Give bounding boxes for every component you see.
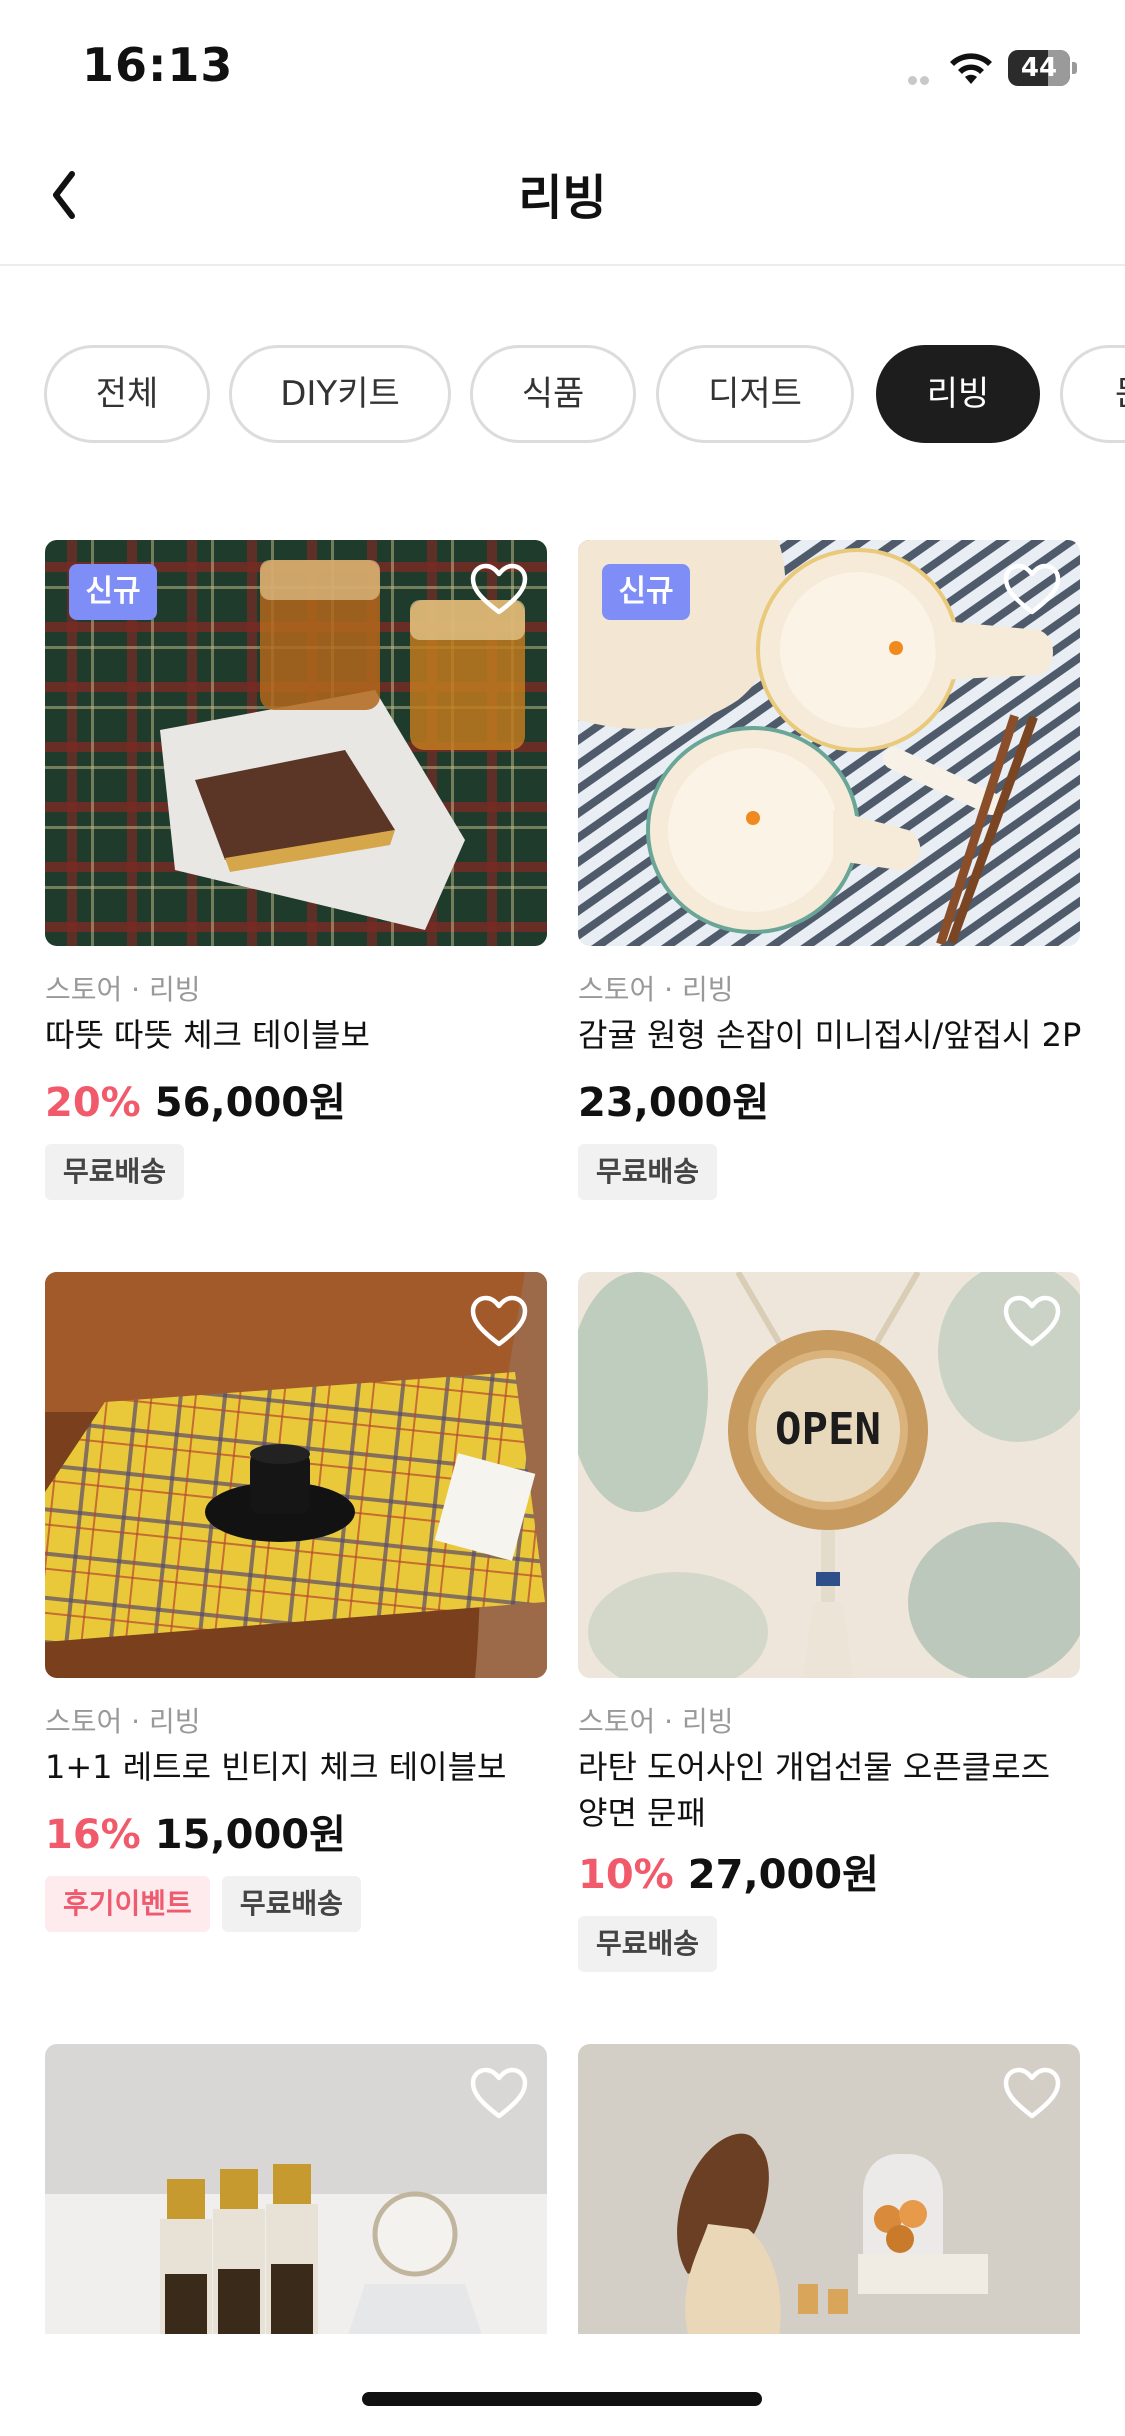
product-name[interactable]: 1+1 레트로 빈티지 체크 테이블보 [45,1744,565,1790]
discount-rate: 20% [45,1080,141,1126]
product-image[interactable]: OPEN [578,1272,1080,1678]
battery-icon: 44 [1008,50,1078,86]
home-indicator[interactable] [362,2392,762,2406]
product-card[interactable] [45,2044,547,2334]
sign-open-text: OPEN [775,1404,881,1455]
product-name[interactable]: 따뜻 따뜻 체크 테이블보 [45,1012,565,1058]
store-label: 스토어 · 리빙 [578,973,734,1006]
heart-icon[interactable] [1002,562,1062,618]
price-row: 23,000원 [578,1070,769,1128]
chip-more[interactable]: 문 [1060,345,1125,443]
tag-list: 후기이벤트 무료배송 [45,1876,373,1932]
discount-rate: 16% [45,1812,141,1858]
product-image[interactable] [578,2044,1080,2334]
heart-icon[interactable] [469,1294,529,1350]
nav-header: 리빙 [0,130,1125,266]
price-row: 20% 56,000원 [45,1070,346,1128]
price-row: 16% 15,000원 [45,1802,346,1860]
status-time: 16:13 [82,38,234,92]
product-image[interactable]: 신규 [45,540,547,946]
new-badge: 신규 [69,564,157,620]
product-name[interactable]: 라탄 도어사인 개업선물 오픈클로즈 양면 문패 [578,1744,1078,1836]
store-label: 스토어 · 리빙 [578,1705,734,1738]
product-price: 23,000원 [578,1080,770,1126]
new-badge: 신규 [602,564,690,620]
tag-list: 무료배송 [578,1144,729,1200]
heart-icon[interactable] [1002,2066,1062,2122]
price-row: 10% 27,000원 [578,1842,879,1900]
wifi-icon [950,53,992,84]
cellular-signal-icon [908,70,932,85]
product-image[interactable]: 신규 [578,540,1080,946]
battery-level: 44 [1020,53,1058,83]
store-label: 스토어 · 리빙 [45,1705,201,1738]
status-bar: 16:13 44 [0,0,1125,130]
chip-food[interactable]: 식품 [470,345,636,443]
heart-icon[interactable] [469,2066,529,2122]
product-name[interactable]: 감귤 원형 손잡이 미니접시/앞접시 2P [578,1012,1098,1058]
tag-list: 무료배송 [578,1916,729,1972]
product-price: 15,000원 [154,1812,346,1858]
store-label: 스토어 · 리빙 [45,973,201,1006]
product-image[interactable] [45,2044,547,2334]
page-title: 리빙 [518,170,607,226]
heart-icon[interactable] [469,562,529,618]
free-shipping-tag: 무료배송 [578,1144,718,1200]
tag-list: 무료배송 [45,1144,196,1200]
chip-diy-kit[interactable]: DIY키트 [229,345,451,443]
product-price: 56,000원 [154,1080,346,1126]
heart-icon[interactable] [1002,1294,1062,1350]
free-shipping-tag: 무료배송 [45,1144,185,1200]
chip-dessert[interactable]: 디저트 [656,345,854,443]
product-image[interactable] [45,1272,547,1678]
chip-all[interactable]: 전체 [44,345,210,443]
discount-rate: 10% [578,1852,674,1898]
free-shipping-tag: 무료배송 [578,1916,718,1972]
free-shipping-tag: 무료배송 [221,1876,361,1932]
product-price: 27,000원 [687,1852,879,1898]
product-card[interactable] [578,2044,1080,2334]
review-event-tag: 후기이벤트 [45,1876,210,1932]
category-chips: 전체 DIY키트 식품 디저트 리빙 문 [0,342,1125,452]
chip-living[interactable]: 리빙 [876,345,1040,443]
